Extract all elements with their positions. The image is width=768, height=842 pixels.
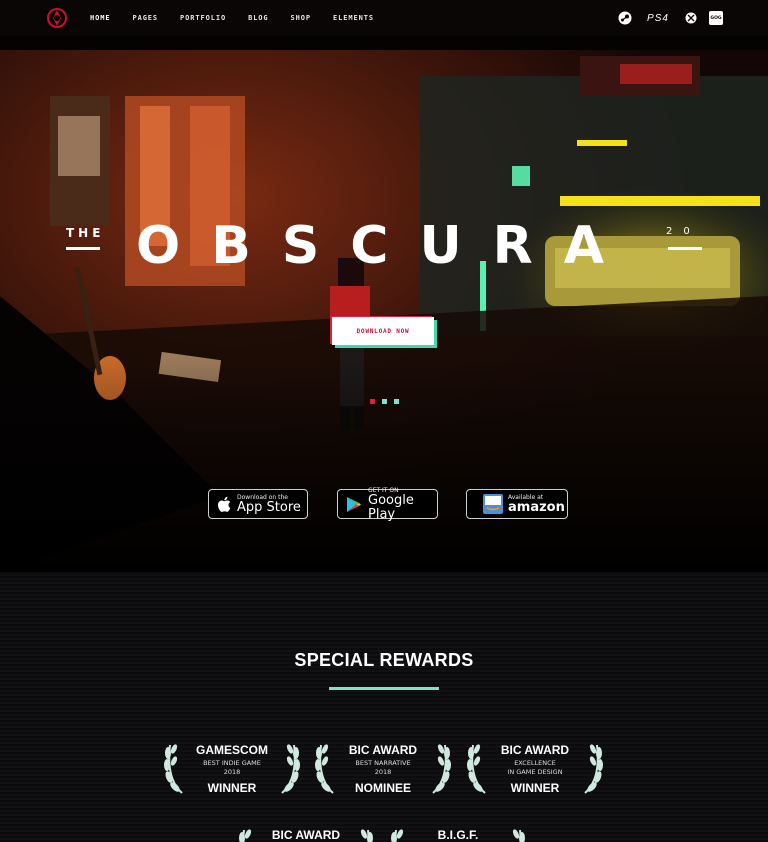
slider-dot-3[interactable]	[394, 399, 399, 404]
amazon-text: Available at amazon	[508, 494, 565, 515]
award-result: WINNER	[510, 781, 560, 795]
amazon-appstore-icon	[483, 494, 503, 514]
google-play-big: Google Play	[368, 492, 414, 522]
award-bic-second-row: BIC AWARD	[236, 824, 376, 842]
google-play-text: GET IT ON Google Play	[368, 487, 437, 522]
title-underline-left	[66, 247, 100, 250]
gog-label: GOG	[710, 15, 722, 21]
hero-title: OBSCURA	[136, 216, 635, 276]
award-result: NOMINEE	[354, 781, 411, 795]
app-store-badge[interactable]: Download on the App Store	[208, 489, 308, 519]
logo-icon[interactable]	[46, 7, 68, 29]
award-desc: EXCELLENCE IN GAME DESIGN	[507, 759, 563, 776]
ps4-logo[interactable]: PS4	[642, 10, 674, 26]
award-desc: BEST NARRATIVE 2018	[355, 759, 411, 776]
rewards-title-underline	[329, 687, 439, 690]
award-gamescom: GAMESCOM BEST INDIE GAME 2018 WINNER	[162, 739, 302, 799]
hero-title-suffix: 20	[666, 226, 701, 237]
gog-icon[interactable]: GOG	[708, 10, 724, 26]
special-rewards-section: SPECIAL REWARDS GAMESCOM BEST INDIE GAME…	[0, 572, 768, 842]
award-bic-excellence: BIC AWARD EXCELLENCE IN GAME DESIGN WINN…	[465, 739, 605, 799]
menu-item-blog[interactable]: BLOG	[248, 14, 268, 22]
rewards-title: SPECIAL REWARDS	[294, 650, 474, 670]
amazon-big: amazon	[508, 499, 565, 515]
award-name: BIC AWARD	[348, 743, 418, 757]
hero-slider: THE OBSCURA 20 DOWNLOAD NOW Download on …	[0, 36, 768, 572]
google-play-badge[interactable]: GET IT ON Google Play	[337, 487, 438, 522]
main-menu: HOME PAGES PORTFOLIO BLOG SHOP ELEMENTS	[90, 0, 396, 36]
award-bigf: B.I.G.F.	[388, 824, 528, 842]
award-result: WINNER	[207, 781, 257, 795]
menu-item-portfolio[interactable]: PORTFOLIO	[180, 14, 226, 22]
award-name: BIC AWARD	[500, 743, 570, 757]
google-play-icon	[346, 496, 362, 513]
award-desc: BEST INDIE GAME 2018	[203, 759, 261, 776]
award-name: B.I.G.F.	[437, 828, 479, 842]
award-bic-narrative: BIC AWARD BEST NARRATIVE 2018 NOMINEE	[313, 739, 453, 799]
slider-dot-1[interactable]	[370, 399, 375, 404]
app-store-text: Download on the App Store	[237, 494, 301, 515]
apple-icon	[217, 496, 231, 513]
award-name: BIC AWARD	[271, 828, 341, 842]
download-now-button[interactable]: DOWNLOAD NOW	[332, 317, 434, 345]
menu-item-home[interactable]: HOME	[90, 14, 110, 22]
app-store-big: App Store	[237, 499, 301, 515]
award-name: GAMESCOM	[196, 743, 268, 757]
title-underline-right	[668, 247, 702, 250]
slider-pagination	[370, 399, 406, 404]
slider-dot-2[interactable]	[382, 399, 387, 404]
steam-icon[interactable]	[617, 10, 633, 26]
xbox-icon[interactable]	[684, 10, 698, 26]
amazon-appstore-badge[interactable]: Available at amazon	[466, 489, 568, 519]
top-navbar: HOME PAGES PORTFOLIO BLOG SHOP ELEMENTS …	[0, 0, 768, 36]
menu-item-elements[interactable]: ELEMENTS	[333, 14, 374, 22]
ps4-label: PS4	[647, 12, 669, 24]
menu-item-shop[interactable]: SHOP	[291, 14, 311, 22]
menu-item-pages[interactable]: PAGES	[132, 14, 158, 22]
hero-title-prefix: THE	[66, 226, 105, 240]
